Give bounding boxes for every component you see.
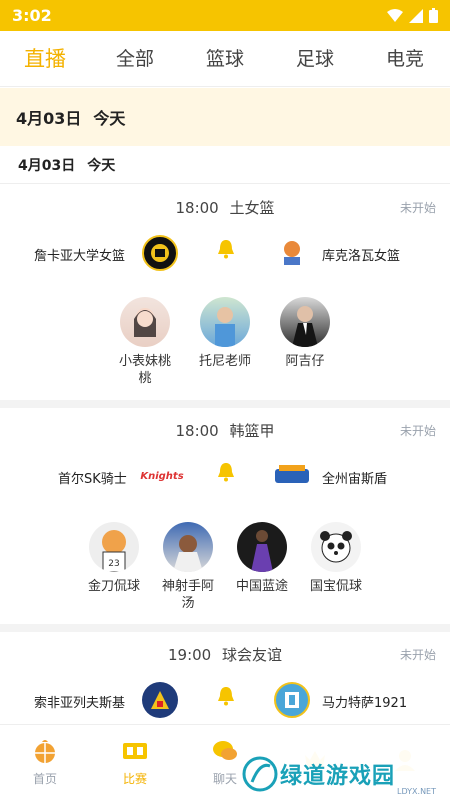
anchor-item[interactable]: 23 金刀侃球 — [84, 522, 144, 612]
anchor-list: 小表妹桃桃 托尼老师 阿吉仔 — [0, 297, 450, 387]
match-header: 19:00 球会友谊 未开始 — [0, 632, 450, 672]
nav-chat-label: 聊天 — [212, 772, 237, 786]
date-header-day: 今天 — [93, 109, 126, 128]
match-league: 韩篮甲 — [229, 422, 275, 440]
bell-icon[interactable] — [217, 686, 235, 706]
away-team-name: 全州宙斯盾 — [322, 472, 388, 487]
tab-all[interactable]: 全部 — [90, 31, 180, 87]
anchor-item[interactable]: 阿吉仔 — [275, 297, 335, 387]
tab-football[interactable]: 足球 — [270, 31, 360, 87]
match-status: 未开始 — [399, 424, 436, 438]
battery-icon — [429, 8, 438, 23]
match-card[interactable]: 18:00 土女篮 未开始 詹卡亚大学女篮 库克洛瓦女篮 小表妹桃桃 托尼老师 — [0, 185, 450, 408]
date-subheader: 4月03日 今天 — [0, 146, 450, 184]
avatar — [120, 297, 170, 347]
anchor-item[interactable]: 中国蓝途 — [232, 522, 292, 612]
teams-row: 詹卡亚大学女篮 库克洛瓦女篮 — [0, 233, 450, 273]
anchor-name: 小表妹桃桃 — [118, 354, 171, 386]
date-header: 4月03日 今天 — [0, 88, 450, 146]
match-card[interactable]: 18:00 韩篮甲 未开始 首尔SK骑士 Knights 全州宙斯盾 23 金刀… — [0, 408, 450, 632]
home-team-name: 詹卡亚大学女篮 — [34, 249, 126, 264]
away-team-logo — [274, 235, 310, 271]
home-team-name: 索非亚列夫斯基 — [34, 696, 126, 711]
match-status: 未开始 — [399, 201, 436, 215]
watermark-sub: LDYX.NET — [396, 787, 436, 796]
tab-esports[interactable]: 电竞 — [360, 31, 450, 87]
away-team-logo — [274, 682, 310, 718]
signal-icon — [409, 8, 423, 23]
status-time: 3:02 — [12, 6, 52, 25]
nav-home-label: 首页 — [32, 772, 57, 786]
bell-icon[interactable] — [217, 239, 235, 259]
home-team-logo — [142, 682, 178, 718]
match-time-league: 18:00 韩篮甲 — [0, 420, 450, 441]
wifi-icon — [387, 8, 403, 22]
away-team-logo — [274, 458, 310, 494]
watermark-logo — [242, 756, 278, 792]
date-sub-day: 今天 — [87, 157, 116, 174]
date-header-date: 4月03日 — [16, 109, 82, 128]
match-time: 18:00 — [175, 422, 219, 440]
away-team-name: 马力特萨1921 — [322, 696, 408, 711]
avatar — [163, 522, 213, 572]
match-header: 18:00 土女篮 未开始 — [0, 185, 450, 225]
avatar — [311, 522, 361, 572]
home-team-name: 首尔SK骑士 — [58, 472, 127, 487]
anchor-name: 国宝侃球 — [309, 579, 362, 594]
avatar — [200, 297, 250, 347]
avatar: 23 — [89, 522, 139, 572]
home-team-logo — [142, 235, 178, 271]
match-league: 球会友谊 — [222, 646, 283, 664]
match-time: 19:00 — [167, 646, 212, 664]
anchor-name: 金刀侃球 — [87, 579, 140, 594]
nav-matches[interactable]: 比赛 — [90, 725, 180, 800]
tab-live[interactable]: 直播 — [0, 31, 90, 87]
avatar — [237, 522, 287, 572]
home-team-logo: Knights — [140, 458, 184, 494]
status-icons — [387, 8, 438, 23]
svg-text:23: 23 — [108, 559, 119, 569]
match-time-league: 19:00 球会友谊 — [0, 644, 450, 665]
anchor-name: 中国蓝途 — [235, 579, 288, 594]
scoreboard-icon — [123, 743, 147, 759]
anchor-list: 23 金刀侃球 神射手阿汤 中国蓝途 国宝侃球 — [0, 522, 450, 612]
nav-home[interactable]: 首页 — [0, 725, 90, 800]
anchor-name: 神射手阿汤 — [161, 579, 214, 611]
anchor-item[interactable]: 托尼老师 — [195, 297, 255, 387]
match-header: 18:00 韩篮甲 未开始 — [0, 408, 450, 448]
bell-icon[interactable] — [217, 462, 235, 482]
anchor-item[interactable]: 小表妹桃桃 — [115, 297, 175, 387]
match-status: 未开始 — [399, 648, 436, 662]
top-tabs: 直播 全部 篮球 足球 电竞 — [0, 31, 450, 87]
chat-bubble-icon — [213, 741, 237, 760]
match-card[interactable]: 19:00 球会友谊 未开始 索非亚列夫斯基 马力特萨1921 — [0, 632, 450, 724]
tab-basketball[interactable]: 篮球 — [180, 31, 270, 87]
avatar — [280, 297, 330, 347]
date-sub-date: 4月03日 — [18, 157, 76, 174]
teams-row: 首尔SK骑士 Knights 全州宙斯盾 — [0, 456, 450, 496]
away-team-name: 库克洛瓦女篮 — [322, 249, 401, 264]
match-time-league: 18:00 土女篮 — [0, 197, 450, 218]
match-league: 土女篮 — [229, 199, 275, 217]
status-bar: 3:02 — [0, 0, 450, 31]
teams-row: 索非亚列夫斯基 马力特萨1921 — [0, 680, 450, 720]
home-team-logo-text: Knights — [140, 470, 184, 482]
anchor-item[interactable]: 神射手阿汤 — [158, 522, 218, 612]
match-time: 18:00 — [175, 199, 219, 217]
watermark-text: 绿道游戏园 — [280, 764, 396, 789]
nav-matches-label: 比赛 — [122, 772, 147, 786]
watermark: 绿道游戏园 LDYX.NET — [242, 748, 450, 800]
anchor-name: 阿吉仔 — [285, 354, 325, 369]
anchor-item[interactable]: 国宝侃球 — [306, 522, 366, 612]
anchor-name: 托尼老师 — [198, 354, 251, 369]
basketball-icon — [35, 740, 55, 763]
